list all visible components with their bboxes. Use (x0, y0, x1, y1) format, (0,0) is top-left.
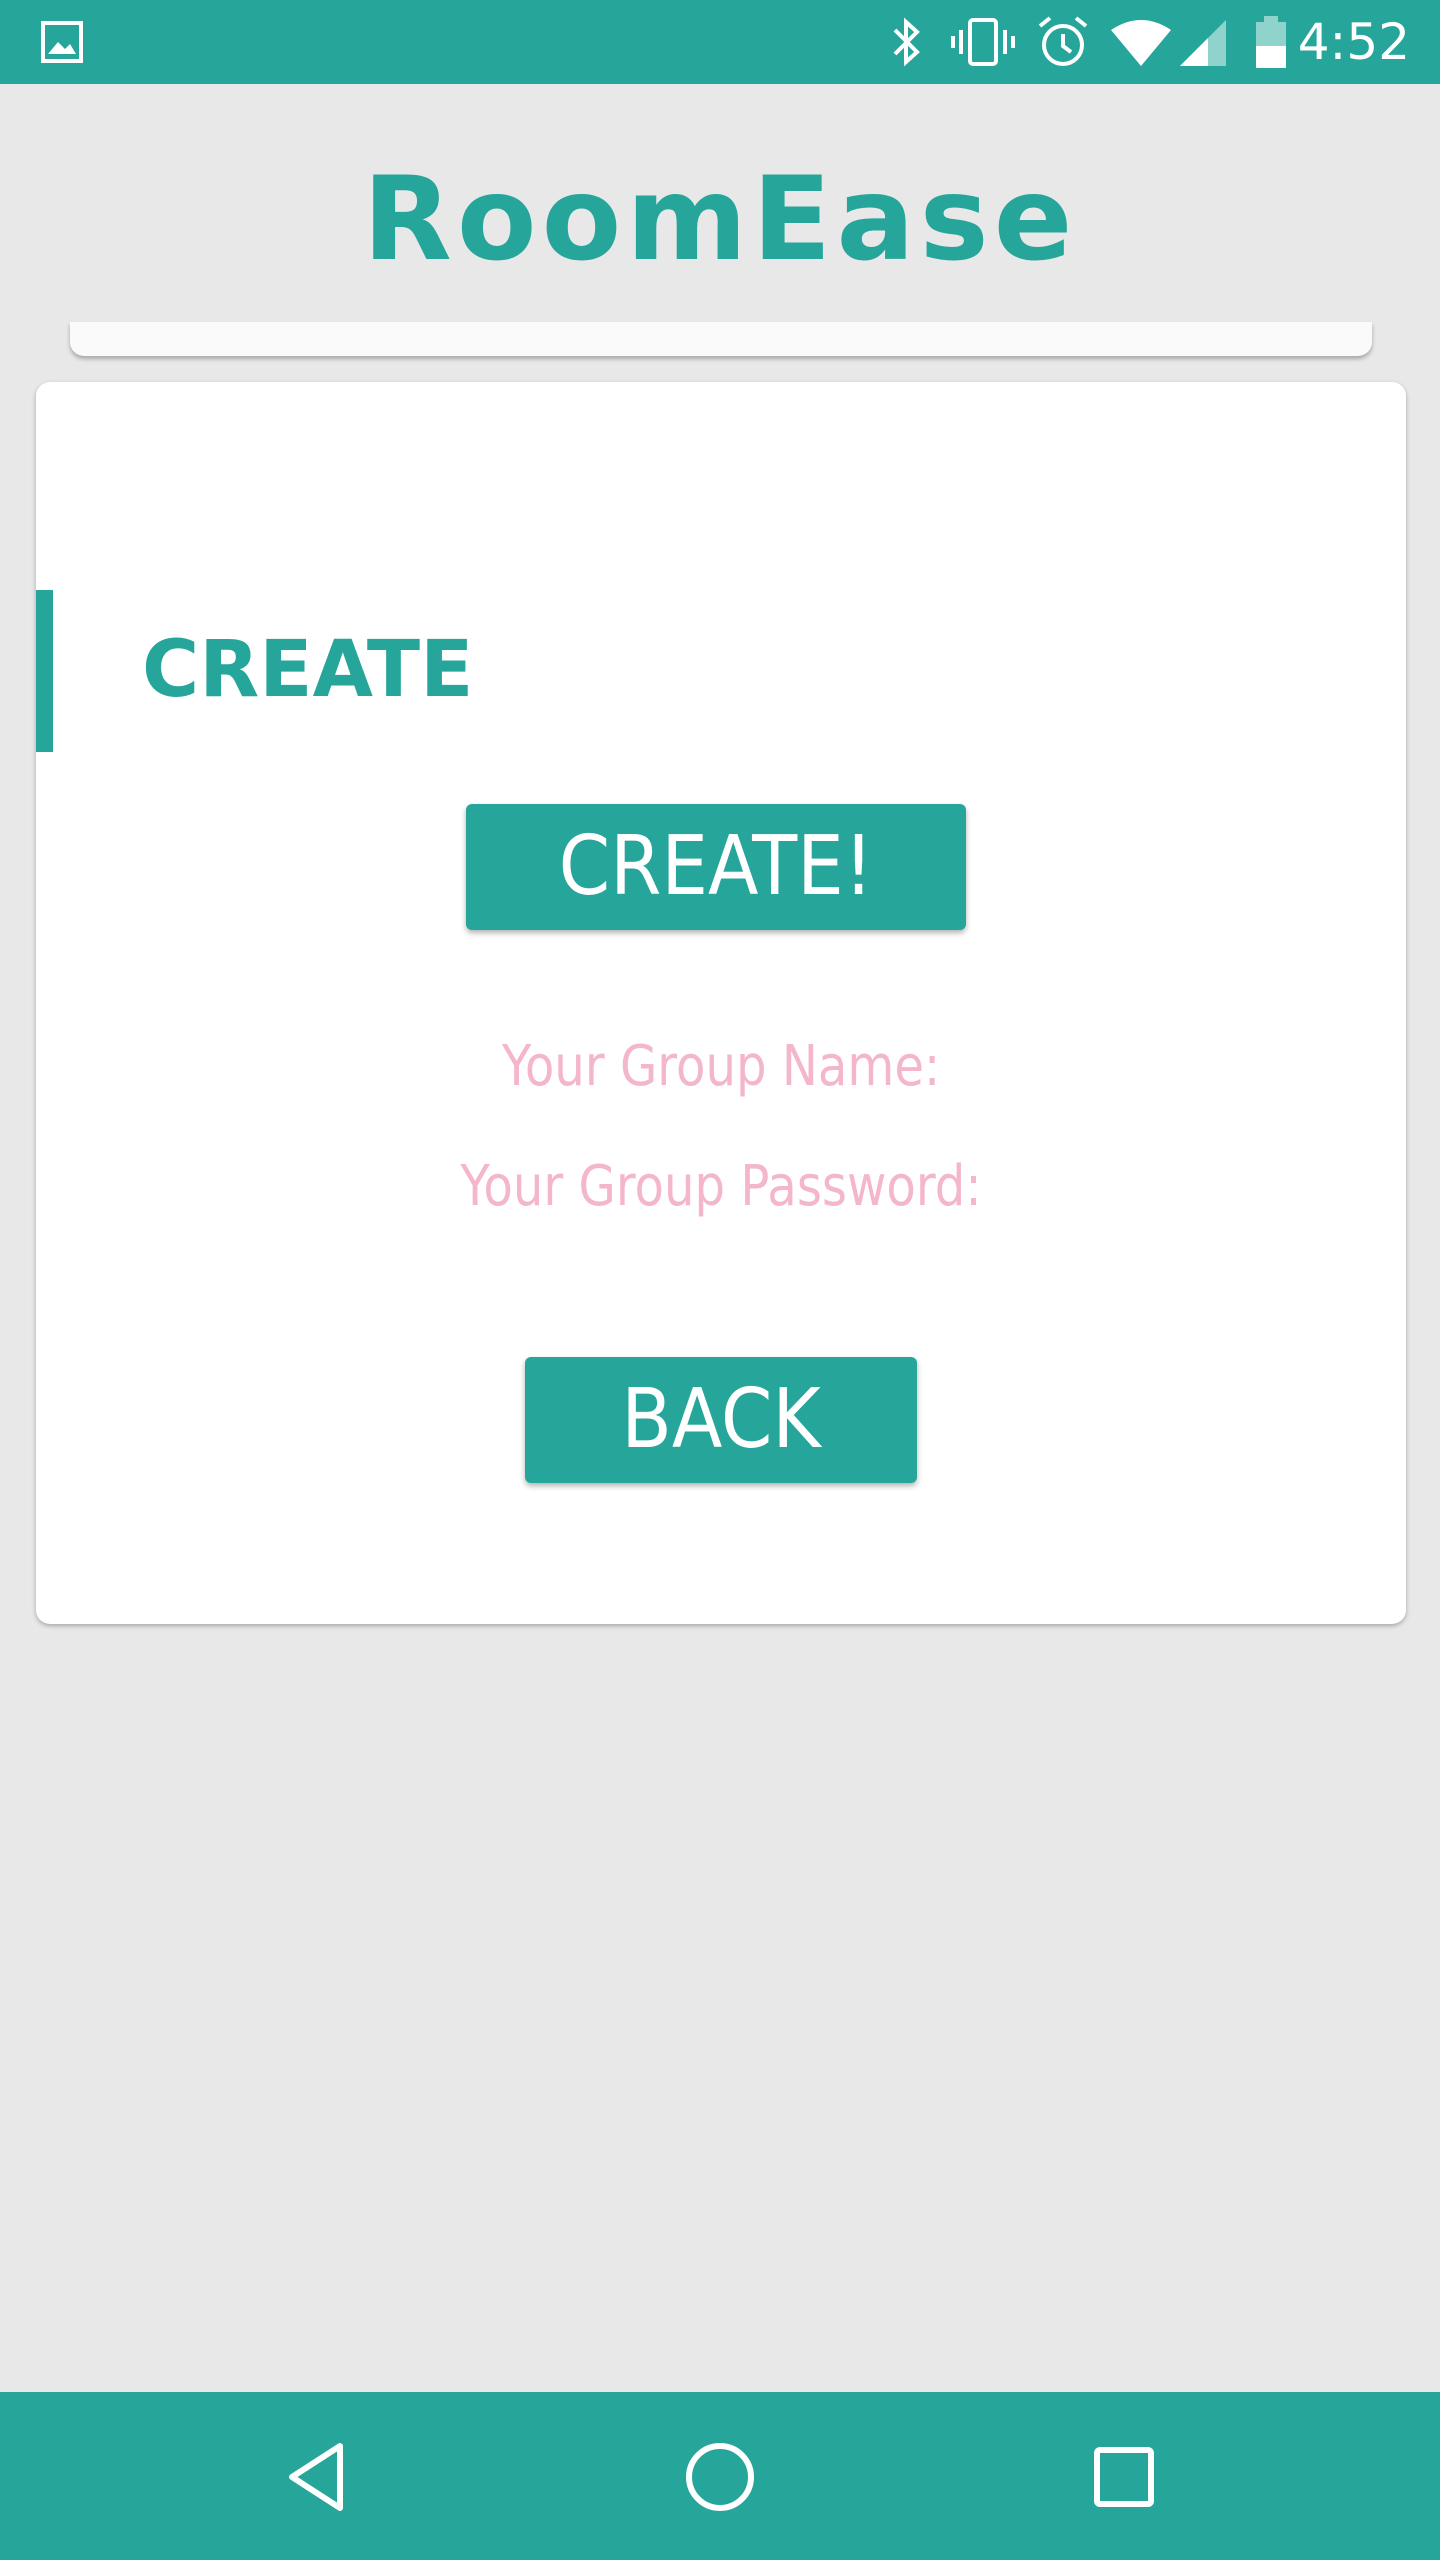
group-name-label: Your Group Name: (501, 1034, 941, 1099)
cell-signal-icon (1180, 20, 1226, 66)
heading-accent-bar (36, 590, 53, 752)
app-title: RoomEase (362, 152, 1078, 287)
wifi-icon (1111, 20, 1171, 66)
battery-icon (1256, 16, 1286, 68)
back-icon[interactable] (266, 2426, 366, 2526)
vibrate-icon (951, 18, 1015, 66)
group-password-label: Your Group Password: (460, 1154, 982, 1219)
status-bar: 4:52 (0, 0, 1440, 84)
bluetooth-icon (893, 17, 920, 67)
screen: 4:52 RoomEase CREATE CREATE! Your Group … (0, 0, 1440, 2560)
stacked-card-behind (70, 322, 1372, 356)
create-group-card: CREATE CREATE! Your Group Name: Your Gro… (36, 382, 1406, 1624)
status-time: 4:52 (1297, 13, 1410, 71)
recents-icon[interactable] (1074, 2426, 1174, 2526)
back-button[interactable]: BACK (525, 1357, 917, 1483)
alarm-icon (1038, 16, 1088, 66)
create-button[interactable]: CREATE! (466, 804, 966, 930)
home-icon[interactable] (670, 2426, 770, 2526)
card-heading: CREATE (142, 625, 474, 715)
image-notification-icon (41, 21, 83, 63)
navigation-bar (0, 2392, 1440, 2560)
